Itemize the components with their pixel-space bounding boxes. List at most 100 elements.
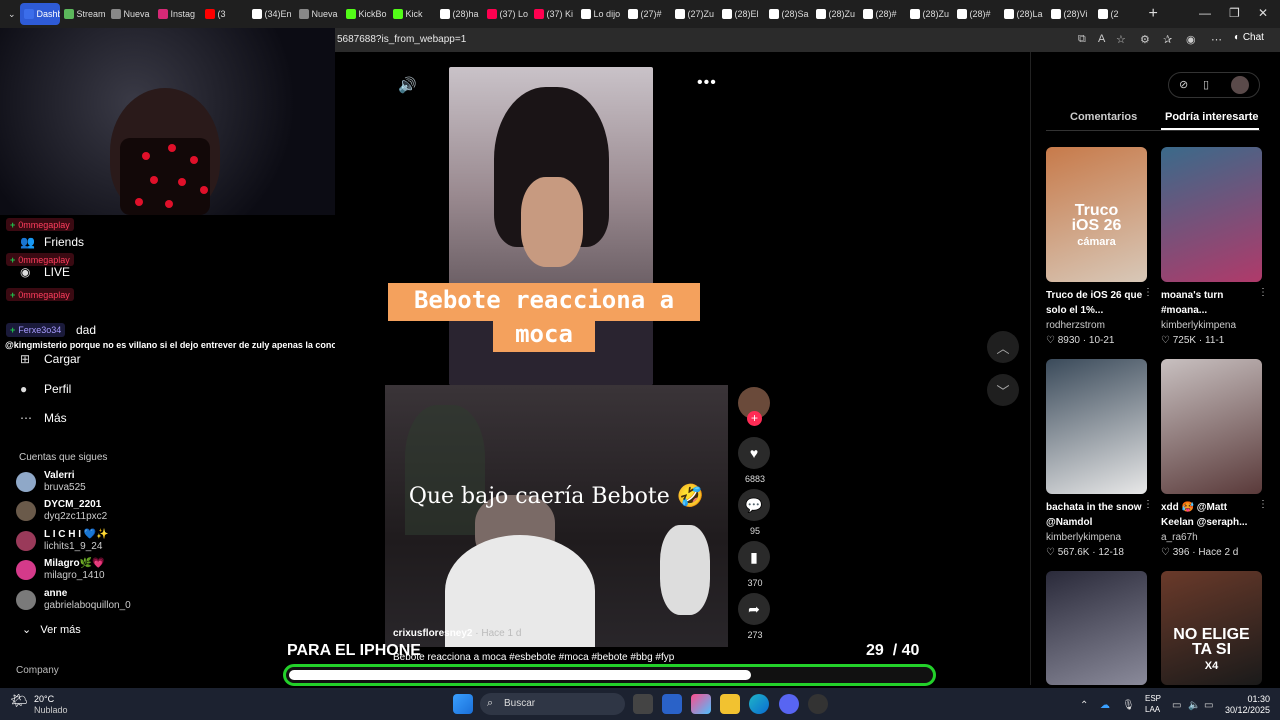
sidebar-item-more[interactable]: ⋯ Más [20, 411, 67, 425]
card-caption[interactable]: Truco de iOS 26 que solo el 1%... [1046, 288, 1147, 318]
browser-tab[interactable]: (28)Vi [1047, 3, 1094, 25]
sidebar-item-live[interactable]: ◉ LIVE [20, 265, 70, 279]
card-thumbnail[interactable]: NO ELIGE TA SI X4 [1161, 571, 1262, 685]
sidebar-item-activity[interactable]: dad [76, 323, 96, 337]
recommended-card[interactable]: bachata in the snow @Namdol kimberlykimpe… [1046, 359, 1153, 558]
card-more-icon[interactable]: ⋮ [1143, 287, 1153, 298]
open-in-app-icon[interactable]: ⧉ [1078, 33, 1086, 46]
card-thumbnail[interactable] [1161, 147, 1262, 282]
volume-icon[interactable]: 🔊 [398, 76, 417, 94]
store-icon[interactable] [662, 694, 682, 714]
card-thumbnail[interactable] [1046, 571, 1147, 685]
browser-tab[interactable]: (3 [201, 3, 248, 25]
browser-tab[interactable]: (27)# [624, 3, 671, 25]
recommended-card[interactable]: Truco iOS 26 cámara Truco de iOS 26 que sol… [1046, 147, 1153, 346]
microphone-icon[interactable]: 🎙 [1122, 700, 1135, 711]
battery-icon[interactable]: ▭ [1204, 700, 1213, 711]
clock-time[interactable]: 01:30 [1230, 694, 1270, 704]
card-user[interactable]: kimberlykimpena [1046, 532, 1147, 543]
file-explorer-icon[interactable] [720, 694, 740, 714]
card-thumbnail[interactable] [1161, 359, 1262, 494]
discord-icon[interactable] [779, 694, 799, 714]
task-view-icon[interactable] [633, 694, 653, 714]
card-thumbnail[interactable] [1046, 359, 1147, 494]
browser-tab[interactable]: Lo dijo [577, 3, 624, 25]
more-options-icon[interactable]: ⋯ [1211, 33, 1222, 46]
recommended-card[interactable]: NO ELIGE TA SI X4 [1161, 571, 1262, 685]
lang-layout[interactable]: LAA [1145, 705, 1160, 714]
new-tab-button[interactable]: + [1149, 5, 1158, 23]
video-author[interactable]: crixusfloresney2 · Hace 1 d [393, 628, 521, 639]
company-link[interactable]: Company [16, 665, 59, 676]
browser-tab[interactable]: (28)El [718, 3, 765, 25]
card-more-icon[interactable]: ⋮ [1143, 499, 1153, 510]
copilot-icon[interactable] [691, 694, 711, 714]
browser-tab[interactable]: KickBo [342, 3, 389, 25]
browser-tab[interactable]: (28)# [859, 3, 906, 25]
video-more-icon[interactable]: ••• [697, 74, 717, 92]
tab-comments[interactable]: Comentarios [1070, 111, 1137, 123]
save-button[interactable]: ▮ [738, 541, 770, 573]
user-avatar[interactable] [1231, 76, 1249, 94]
browser-tab[interactable]: Instag [154, 3, 201, 25]
edge-icon[interactable] [749, 694, 769, 714]
browser-tab[interactable]: (34)En [248, 3, 295, 25]
card-user[interactable]: a_ra67h [1161, 532, 1262, 543]
browser-tab[interactable]: (28)Sa [765, 3, 812, 25]
tab-recommended[interactable]: Podría interesarte [1165, 111, 1259, 123]
share-button[interactable]: ➦ [738, 593, 770, 625]
recommended-card[interactable]: moana's turn #moana... kimberlykimpena ♡ 7… [1161, 147, 1268, 346]
card-more-icon[interactable]: ⋮ [1258, 287, 1268, 298]
windows-start-icon[interactable] [453, 694, 473, 714]
lang-code[interactable]: ESP [1145, 694, 1161, 703]
url-field[interactable]: 5687688?is_from_webapp=1 [337, 34, 466, 45]
browser-tab[interactable]: (28)Zu [906, 3, 953, 25]
browser-tab[interactable]: (28)# [953, 3, 1000, 25]
volume-icon[interactable]: 🔈 [1188, 700, 1200, 711]
recommended-card[interactable]: xdd 🥵 @Matt Keelan @seraph... a_ra67h ♡ 39… [1161, 359, 1268, 558]
card-thumbnail[interactable]: Truco iOS 26 cámara [1046, 147, 1147, 282]
following-account[interactable]: anne gabrielaboquillon_0 [16, 588, 216, 612]
taskbar-search[interactable]: Buscar [480, 693, 625, 715]
sidebar-item-profile[interactable]: ● Perfil [20, 382, 71, 396]
browser-tab[interactable]: (28)La [1000, 3, 1047, 25]
card-caption[interactable]: bachata in the snow @Namdol [1046, 500, 1147, 530]
translate-icon[interactable]: A [1098, 33, 1105, 45]
follow-plus-icon[interactable]: + [747, 411, 762, 426]
app-icon[interactable] [808, 694, 828, 714]
browser-tab[interactable]: (37) Ki [530, 3, 577, 25]
maximize-icon[interactable]: ❐ [1229, 6, 1240, 20]
like-button[interactable]: ♥ [738, 437, 770, 469]
browser-tab[interactable]: Dashbo [19, 3, 60, 25]
browser-tab[interactable]: (37) Lo [483, 3, 530, 25]
recommended-card[interactable] [1046, 571, 1147, 685]
following-account[interactable]: Valerri bruva525 [16, 470, 216, 494]
profile-avatar-icon[interactable]: ◉ [1186, 33, 1196, 46]
following-account[interactable]: DYCM_2201 dyq2zc11pxc2 [16, 499, 216, 523]
onedrive-icon[interactable]: ☁ [1100, 700, 1110, 711]
browser-tab[interactable]: (28)ha [436, 3, 483, 25]
browser-tab[interactable]: (2 [1094, 3, 1141, 25]
browser-tab[interactable]: (27)Zu [671, 3, 718, 25]
card-user[interactable]: kimberlykimpena [1161, 320, 1262, 331]
phone-icon[interactable]: ▯ [1203, 78, 1209, 91]
minimize-icon[interactable]: — [1199, 6, 1211, 20]
next-video-button[interactable]: ﹀ [987, 374, 1019, 406]
weather-icon[interactable]: 🌤 [10, 692, 28, 709]
card-more-icon[interactable]: ⋮ [1258, 499, 1268, 510]
copilot-chat-button[interactable]: ◐ Chat [1234, 32, 1264, 43]
tab-menu-button[interactable]: ⌄ [4, 3, 20, 25]
browser-tab[interactable]: Nueva [107, 3, 154, 25]
favorites-icon[interactable]: ✰ [1163, 33, 1172, 46]
sidebar-item-upload[interactable]: ⊞ Cargar [20, 352, 81, 366]
sidebar-item-friends[interactable]: 👥 Friends [20, 235, 84, 249]
card-caption[interactable]: xdd 🥵 @Matt Keelan @seraph... [1161, 500, 1262, 530]
display-icon[interactable]: ▭ [1172, 700, 1181, 711]
see-more-button[interactable]: ⌄ Ver más [22, 623, 81, 636]
chevron-up-icon[interactable]: ⌃ [1080, 700, 1088, 711]
following-account[interactable]: Milagro🌿💗 milagro_1410 [16, 558, 216, 582]
browser-tab[interactable]: (28)Zu [812, 3, 859, 25]
scan-icon[interactable]: ⊘ [1179, 78, 1188, 91]
following-account[interactable]: L I C H I 💙✨ lichits1_9_24 [16, 529, 216, 553]
card-user[interactable]: rodherzstrom [1046, 320, 1147, 331]
